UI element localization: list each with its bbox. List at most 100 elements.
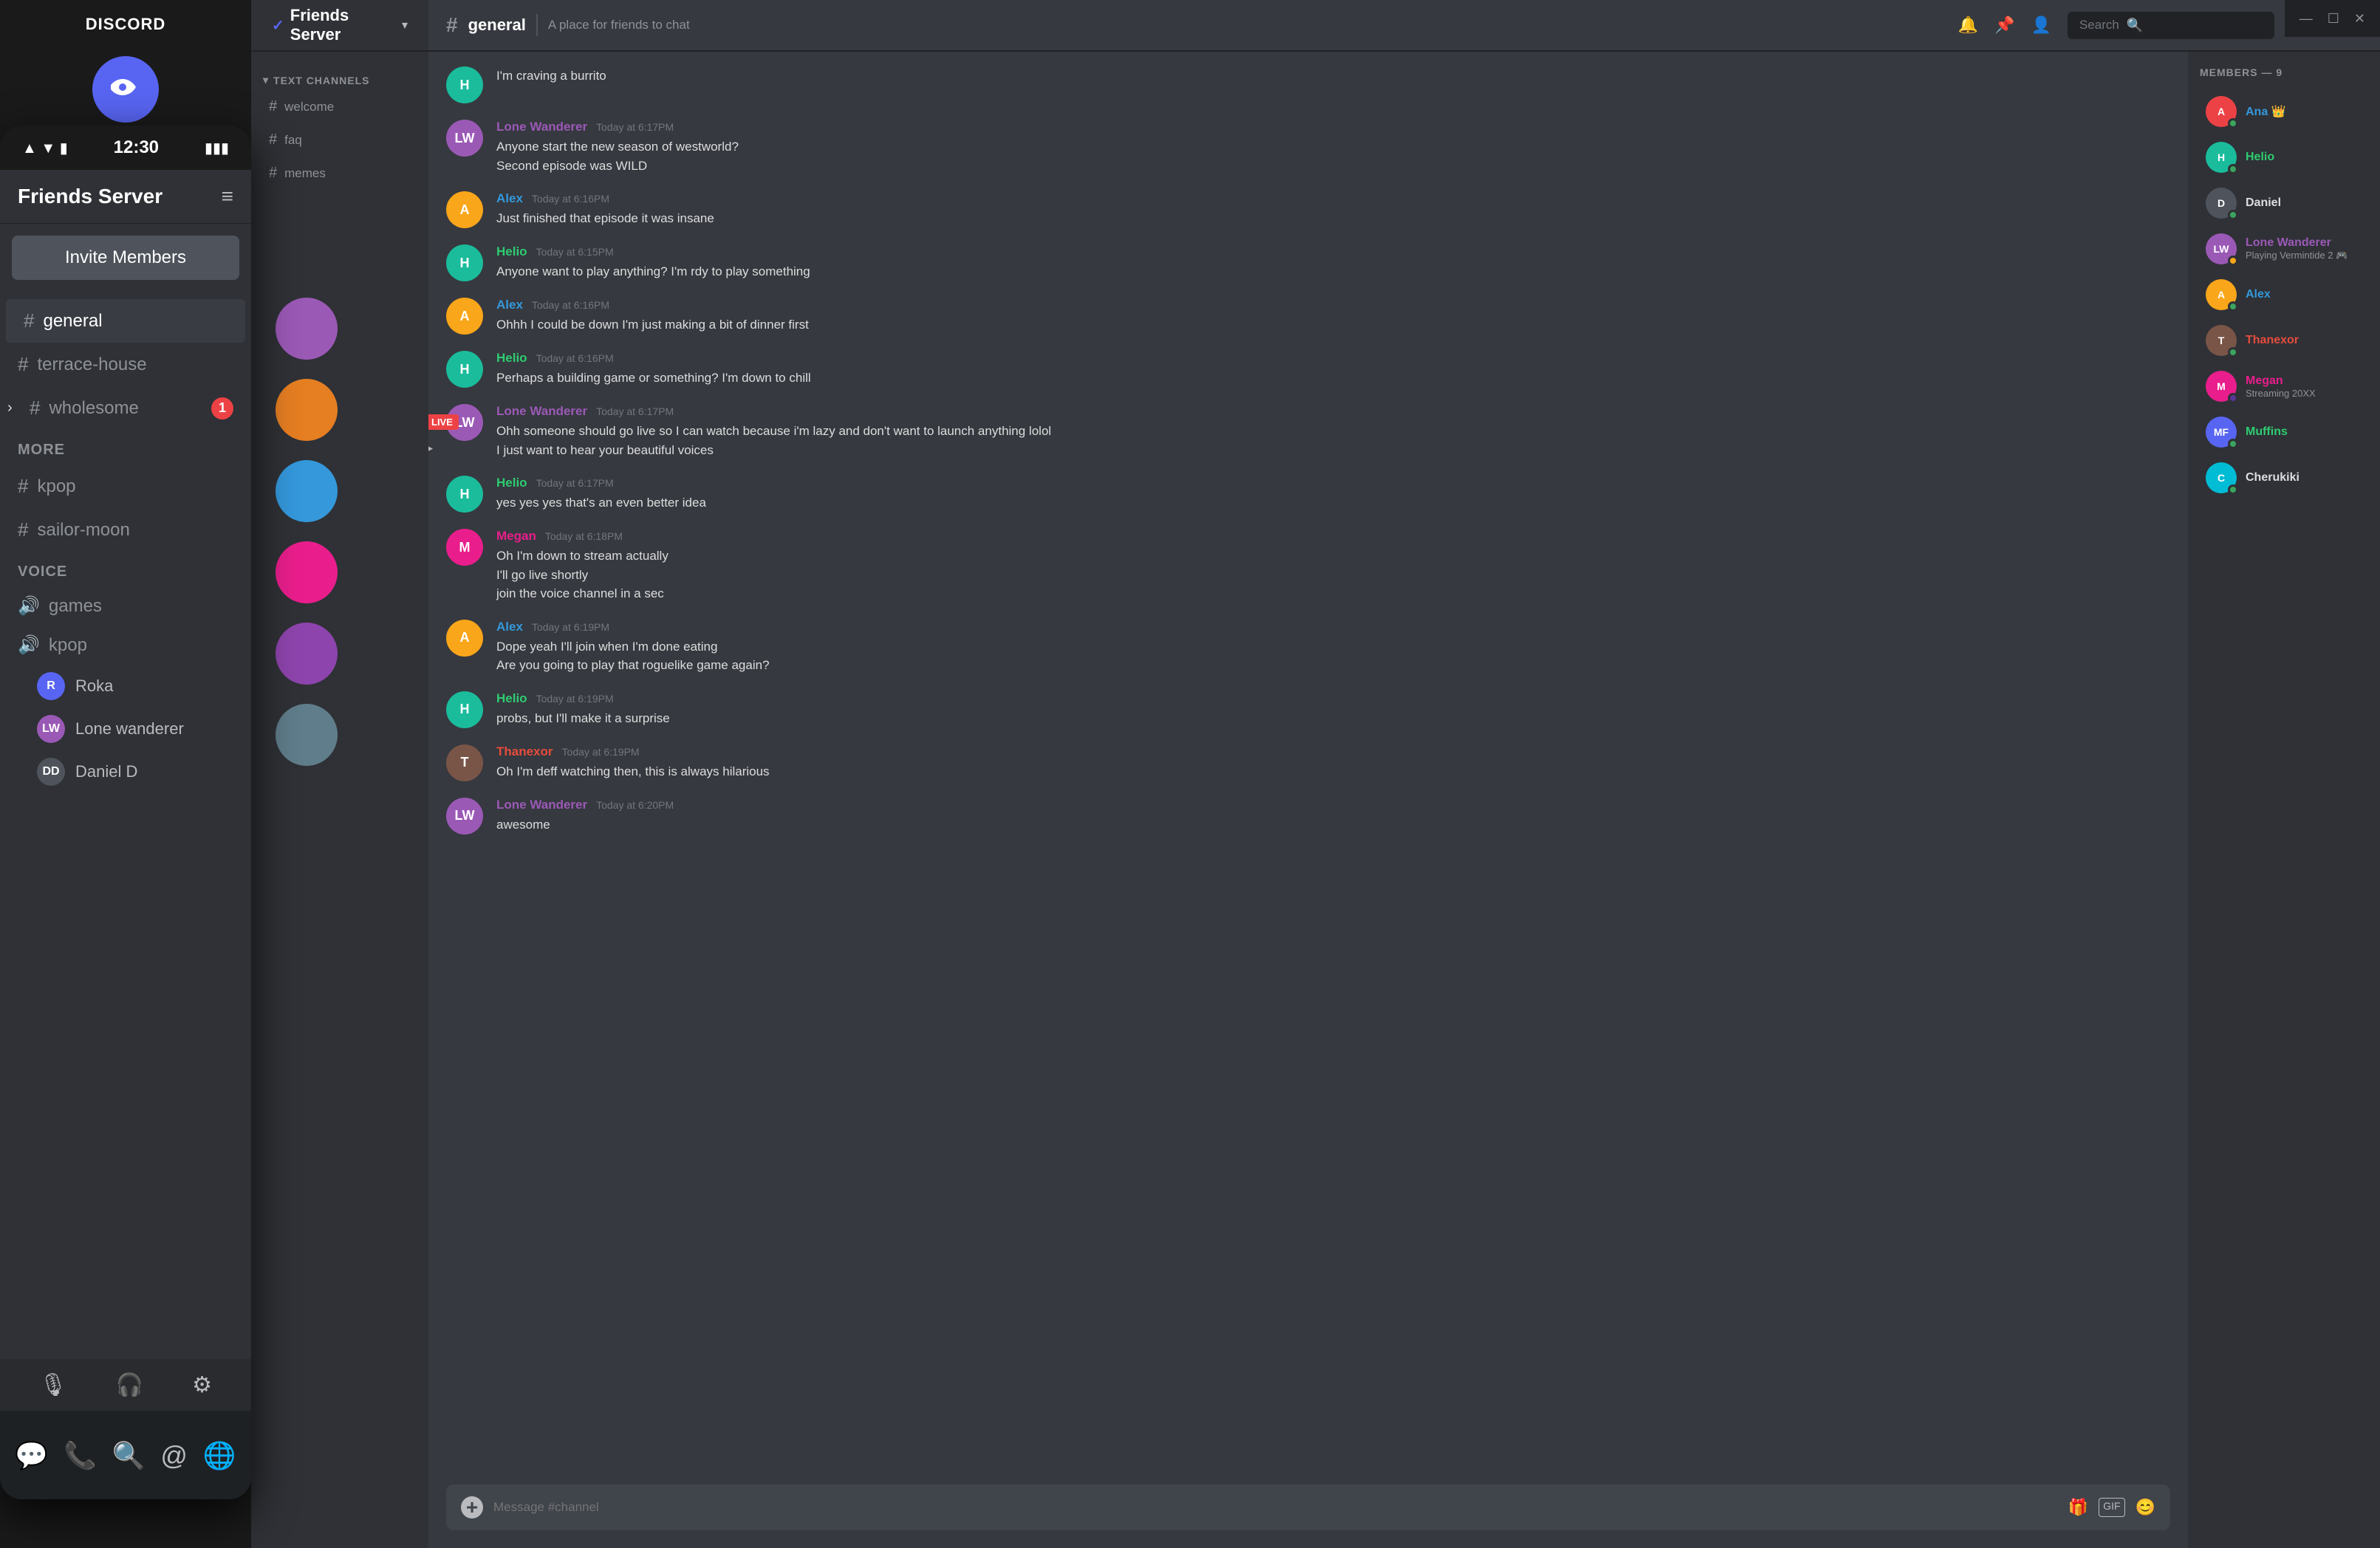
- avatar: A: [446, 298, 483, 335]
- channel-memes[interactable]: # memes: [257, 157, 423, 189]
- member-muffins[interactable]: MF Muffins: [2200, 411, 2368, 453]
- mobile-nav-mention[interactable]: @: [160, 1440, 188, 1471]
- hash-icon: #: [269, 131, 277, 148]
- minimize-button[interactable]: —: [2299, 11, 2313, 27]
- message-timestamp: Today at 6:17PM: [596, 405, 674, 417]
- mobile-channel-wholesome[interactable]: › # wholesome 1: [0, 386, 251, 430]
- user-name: Lone wanderer: [75, 719, 184, 739]
- member-megan[interactable]: M Megan Streaming 20XX: [2200, 365, 2368, 408]
- close-button[interactable]: ✕: [2354, 11, 2365, 27]
- mobile-nav-call[interactable]: 📞: [64, 1440, 97, 1471]
- mobile-channel-general[interactable]: # general: [6, 299, 245, 343]
- mobile-battery: ▮▮▮: [205, 139, 229, 157]
- message-timestamp: Today at 6:19PM: [536, 693, 614, 705]
- status-dot: [2228, 347, 2238, 357]
- stream-icon: ▶: [428, 442, 433, 454]
- members-list: MEMBERS — 9 A Ana 👑 H: [2188, 52, 2380, 1548]
- channel-name-header: general: [468, 16, 526, 35]
- chat-members-wrapper: H I'm craving a burrito LW Lone Wanderer…: [428, 52, 2380, 1548]
- channel-faq[interactable]: # faq: [257, 124, 423, 156]
- message-header: Lone Wanderer Today at 6:20PM: [496, 798, 2170, 812]
- headphone-icon[interactable]: 🎧: [116, 1372, 143, 1398]
- mobile-nav-globe[interactable]: 🌐: [203, 1440, 236, 1471]
- message-input[interactable]: [493, 1500, 2058, 1515]
- server-name[interactable]: ✓ Friends Server: [272, 6, 402, 44]
- message-item: LW Lone Wanderer Today at 6:17PM Anyone …: [446, 120, 2170, 175]
- mobile-invite-button[interactable]: Invite Members: [12, 236, 239, 280]
- pin-icon[interactable]: 📌: [1994, 16, 2014, 35]
- member-alex[interactable]: A Alex: [2200, 273, 2368, 316]
- avatar-stack-1: [273, 295, 340, 362]
- text-channels-header[interactable]: ▾ TEXT CHANNELS: [251, 64, 428, 89]
- server-dropdown-icon[interactable]: ▾: [402, 18, 408, 32]
- member-helio[interactable]: H Helio: [2200, 136, 2368, 179]
- message-timestamp: Today at 6:16PM: [532, 193, 609, 205]
- server-icon-home[interactable]: [92, 56, 159, 123]
- channel-welcome[interactable]: # welcome: [257, 91, 423, 123]
- member-ana[interactable]: A Ana 👑: [2200, 90, 2368, 133]
- mobile-channel-sailormoon[interactable]: # sailor-moon: [0, 508, 251, 552]
- members-icon[interactable]: 👤: [2031, 16, 2051, 35]
- avatar-stack-6: [273, 702, 340, 768]
- channel-name: memes: [284, 166, 326, 181]
- mobile-bottom-nav: 💬 📞 🔍 @ 🌐: [0, 1411, 251, 1499]
- member-info: Megan Streaming 20XX: [2246, 374, 2316, 399]
- message-timestamp: Today at 6:17PM: [536, 477, 614, 489]
- member-cherukiki[interactable]: C Cherukiki: [2200, 456, 2368, 499]
- search-bar[interactable]: Search 🔍: [2068, 12, 2274, 39]
- mobile-voice-games[interactable]: 🔊 games: [0, 586, 251, 626]
- status-dot: [2228, 210, 2238, 220]
- member-daniel[interactable]: D Daniel: [2200, 182, 2368, 225]
- notification-bell-icon[interactable]: 🔔: [1958, 16, 1978, 35]
- message-header: Megan Today at 6:18PM: [496, 529, 2170, 544]
- message-content: I'm craving a burrito: [496, 66, 2170, 86]
- message-header: Alex Today at 6:16PM: [496, 191, 2170, 206]
- unread-badge: 1: [211, 397, 233, 419]
- mobile-overlay: ▲ ▼ ▮ 12:30 ▮▮▮ Friends Server ≡ Invite …: [0, 126, 251, 1499]
- mobile-voice-kpop[interactable]: 🔊 kpop: [0, 626, 251, 665]
- avatar: H: [2206, 142, 2237, 173]
- member-name: Cherukiki: [2246, 471, 2299, 484]
- gif-icon[interactable]: GIF: [2099, 1498, 2124, 1517]
- message-author: Megan: [496, 529, 536, 544]
- message-text: awesome: [496, 815, 2170, 835]
- mobile-nav-search[interactable]: 🔍: [112, 1440, 146, 1471]
- hash-icon: #: [269, 165, 277, 182]
- message-item: H Helio Today at 6:19PM probs, but I'll …: [446, 691, 2170, 728]
- avatar: C: [2206, 462, 2237, 493]
- member-name: Thanexor: [2246, 334, 2299, 347]
- member-name: Daniel: [2246, 196, 2281, 210]
- message-text: Ohh someone should go live so I can watc…: [496, 422, 2170, 441]
- voice-channel-name: kpop: [49, 635, 87, 656]
- hash-icon: #: [269, 98, 277, 115]
- member-thanexor[interactable]: T Thanexor: [2200, 319, 2368, 362]
- header-divider: [536, 14, 538, 36]
- mobile-channel-name: general: [43, 311, 102, 332]
- voice-user-danield: DD Daniel D: [0, 750, 251, 793]
- message-text: Just finished that episode it was insane: [496, 209, 2170, 228]
- mobile-channel-kpop[interactable]: # kpop: [0, 465, 251, 508]
- mobile-server-name: Friends Server: [18, 185, 163, 208]
- avatar: A: [2206, 279, 2237, 310]
- message-input-box: + 🎁 GIF 😊: [446, 1484, 2170, 1530]
- mobile-nav-chat[interactable]: 💬: [15, 1440, 48, 1471]
- discord-app: — ☐ ✕ ✓ Friends Server ▾ ▾ TEXT CHANNELS…: [251, 0, 2380, 1548]
- member-name: Alex: [2246, 288, 2271, 301]
- message-author: Alex: [496, 191, 523, 206]
- settings-icon[interactable]: ⚙: [192, 1372, 212, 1398]
- mobile-channel-terrace[interactable]: # terrace-house: [0, 343, 251, 386]
- member-info: Lone Wanderer Playing Vermintide 2 🎮: [2246, 236, 2347, 261]
- mobile-header-icons: ≡: [222, 185, 233, 208]
- avatar: DD: [37, 758, 65, 786]
- mic-icon[interactable]: 🎙: [39, 1372, 67, 1398]
- message-content: Alex Today at 6:16PM Just finished that …: [496, 191, 2170, 228]
- message-timestamp: Today at 6:15PM: [536, 246, 614, 258]
- emoji-icon[interactable]: 😊: [2135, 1498, 2155, 1517]
- avatar: A: [446, 191, 483, 228]
- hash-icon: #: [30, 397, 40, 419]
- member-lonewanderer[interactable]: LW Lone Wanderer Playing Vermintide 2 🎮: [2200, 227, 2368, 270]
- gift-icon[interactable]: 🎁: [2068, 1498, 2088, 1517]
- add-file-button[interactable]: +: [461, 1496, 483, 1518]
- server-sidebar: ✓ Friends Server ▾ ▾ TEXT CHANNELS # wel…: [251, 0, 428, 1548]
- maximize-button[interactable]: ☐: [2328, 11, 2339, 27]
